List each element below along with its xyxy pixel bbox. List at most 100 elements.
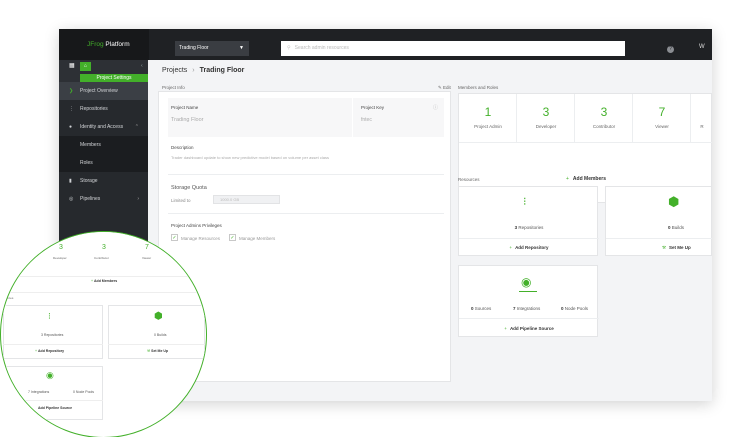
divider: [3, 344, 103, 345]
sidebar-item-pipelines[interactable]: ◎ Pipelines ›: [59, 190, 148, 208]
add-members-label: Add Members: [572, 176, 606, 182]
manage-members-label: Manage Members: [239, 236, 276, 241]
role-truncated[interactable]: R: [691, 94, 712, 142]
role-viewer[interactable]: 7 Viewer: [633, 94, 691, 142]
add-repository-label: Add Repository: [515, 245, 549, 250]
repositories-icon: ⁝: [523, 196, 527, 208]
zoom-builds-icon: ⬢: [154, 311, 163, 322]
sidebar-item-label: Storage: [80, 178, 98, 184]
node-pools-count-label: Node Pools: [564, 306, 589, 311]
sidebar-item-project-overview[interactable]: ❯ Project Overview: [59, 82, 148, 100]
project-key-value: fntec: [361, 117, 372, 123]
info-icon: ⓘ: [432, 105, 438, 111]
sidebar-item-label: Project Overview: [80, 88, 118, 94]
zoom-role-label: Contributor: [94, 256, 109, 260]
breadcrumb-root[interactable]: Projects: [162, 67, 187, 74]
pipelines-card: ◉ 0 Sources 7 Integrations 0 Node Pools …: [458, 265, 599, 337]
project-name-label: Project Name: [171, 105, 199, 110]
search-icon: ⚲: [287, 45, 291, 51]
plus-icon: +: [566, 176, 569, 182]
brand-prefix: JFrog: [87, 41, 104, 48]
project-key-box: Project Key ⓘ fntec: [353, 98, 444, 137]
sources-count-value: 0: [471, 306, 474, 311]
role-count: 3: [600, 105, 608, 119]
add-members-button[interactable]: + Add Members: [459, 176, 712, 182]
role-label: Viewer: [655, 124, 669, 129]
role-project-admin[interactable]: 1 Project Admin: [459, 94, 517, 142]
role-label: R: [700, 124, 704, 129]
zoom-set-me-up: ⚒ Set Me Up: [147, 349, 169, 353]
zoom-sources-fragment: s: [4, 390, 6, 394]
resources-section-label: Resources: [458, 177, 480, 182]
zoom-role-label: Viewer: [142, 256, 152, 260]
add-pipeline-source-label: Add Pipeline Source: [509, 326, 554, 331]
divider: [108, 344, 205, 345]
user-menu[interactable]: W: [699, 44, 705, 50]
role-contributor[interactable]: 3 Contributor: [575, 94, 633, 142]
sidebar-item-storage[interactable]: ▮ Storage: [59, 172, 148, 190]
collapse-icon[interactable]: ‹: [141, 63, 143, 69]
builds-card: ⬢ 0 Builds ⚒ Set Me Up: [605, 186, 712, 256]
search-input[interactable]: ⚲ Search admin resources: [281, 41, 625, 56]
node-pools-count-value: 0: [561, 306, 564, 311]
divider: [168, 213, 444, 214]
sources-count-label: Sources: [474, 306, 492, 311]
top-bar: JFrog Platform Trading Floor ▼ ⚲ Search ad…: [59, 29, 712, 60]
zoom-add-repository: + Add Repository: [35, 349, 65, 353]
set-me-up-button[interactable]: ⚒ Set Me Up: [662, 245, 691, 251]
builds-icon: ⬢: [668, 194, 680, 209]
zoom-role-count: 3: [102, 244, 106, 251]
sidebar-item-roles[interactable]: Roles: [59, 154, 148, 172]
overview-icon: ❯: [69, 88, 74, 94]
divider: [459, 238, 599, 239]
role-label: Developer: [535, 124, 557, 129]
repositories-count-value: 3: [514, 225, 518, 230]
zoom-builds-count: 0 Builds: [154, 333, 167, 337]
zoom-add-members: + Add Members: [91, 279, 118, 283]
role-developer[interactable]: 3 Developer: [517, 94, 575, 142]
sidebar-item-identity-access[interactable]: ● Identity and Access ⌃: [59, 118, 148, 136]
brand-logo[interactable]: JFrog Platform: [59, 29, 149, 60]
search-placeholder: Search admin resources: [294, 45, 349, 51]
zoom-add-repository-label: Add Repository: [38, 349, 65, 353]
add-repository-button[interactable]: + Add Repository: [459, 245, 599, 250]
wrench-icon: ⚒: [662, 245, 667, 250]
divider: [168, 174, 444, 175]
plus-icon: +: [509, 245, 513, 250]
limit-label: Limited to: [171, 198, 191, 203]
zoom-integrations-count: 7 Integrations: [28, 390, 50, 394]
project-info-label: Project Info: [162, 85, 185, 90]
chevron-up-icon: ⌃: [134, 124, 139, 130]
zoom-role-count: 7: [145, 244, 149, 251]
zoom-add-pipeline-source: Add Pipeline Source: [38, 406, 73, 410]
role-count: 7: [658, 105, 666, 119]
role-count: 1: [484, 105, 492, 119]
repositories-icon: ⋮: [69, 106, 74, 112]
sidebar-item-label: Pipelines: [80, 196, 101, 202]
chevron-right-icon: ›: [137, 196, 139, 202]
apps-grid-icon[interactable]: ▦: [69, 63, 75, 69]
storage-quota-title: Storage Quota: [171, 185, 207, 191]
role-label: Contributor: [592, 124, 616, 129]
add-pipeline-source-button[interactable]: + Add Pipeline Source: [459, 326, 599, 331]
breadcrumb-current: Trading Floor: [199, 67, 245, 74]
user-icon: ●: [69, 124, 73, 130]
divider: [459, 142, 712, 143]
project-select[interactable]: Trading Floor ▼: [175, 41, 249, 56]
sidebar-item-members[interactable]: Members: [59, 136, 148, 154]
manage-members-checkbox[interactable]: ✓: [229, 234, 236, 241]
sidebar-item-repositories[interactable]: ⋮ Repositories: [59, 100, 148, 118]
home-icon[interactable]: ⌂: [80, 62, 91, 71]
help-icon[interactable]: ?: [667, 46, 674, 53]
builds-count: 0 Builds: [668, 225, 684, 230]
plus-icon: +: [504, 326, 507, 331]
divider: [459, 318, 599, 319]
pipelines-icon: ◉: [521, 275, 532, 289]
storage-limit-input[interactable]: 1000.0 GB: [213, 195, 280, 204]
role-count: 3: [542, 105, 550, 119]
zoom-resources-label: urces: [6, 296, 14, 300]
brand-suffix: Platform: [103, 41, 130, 48]
sidebar-item-label: Repositories: [80, 106, 108, 112]
description-label: Description: [171, 145, 194, 150]
repositories-count-label: Repositories: [518, 225, 544, 230]
